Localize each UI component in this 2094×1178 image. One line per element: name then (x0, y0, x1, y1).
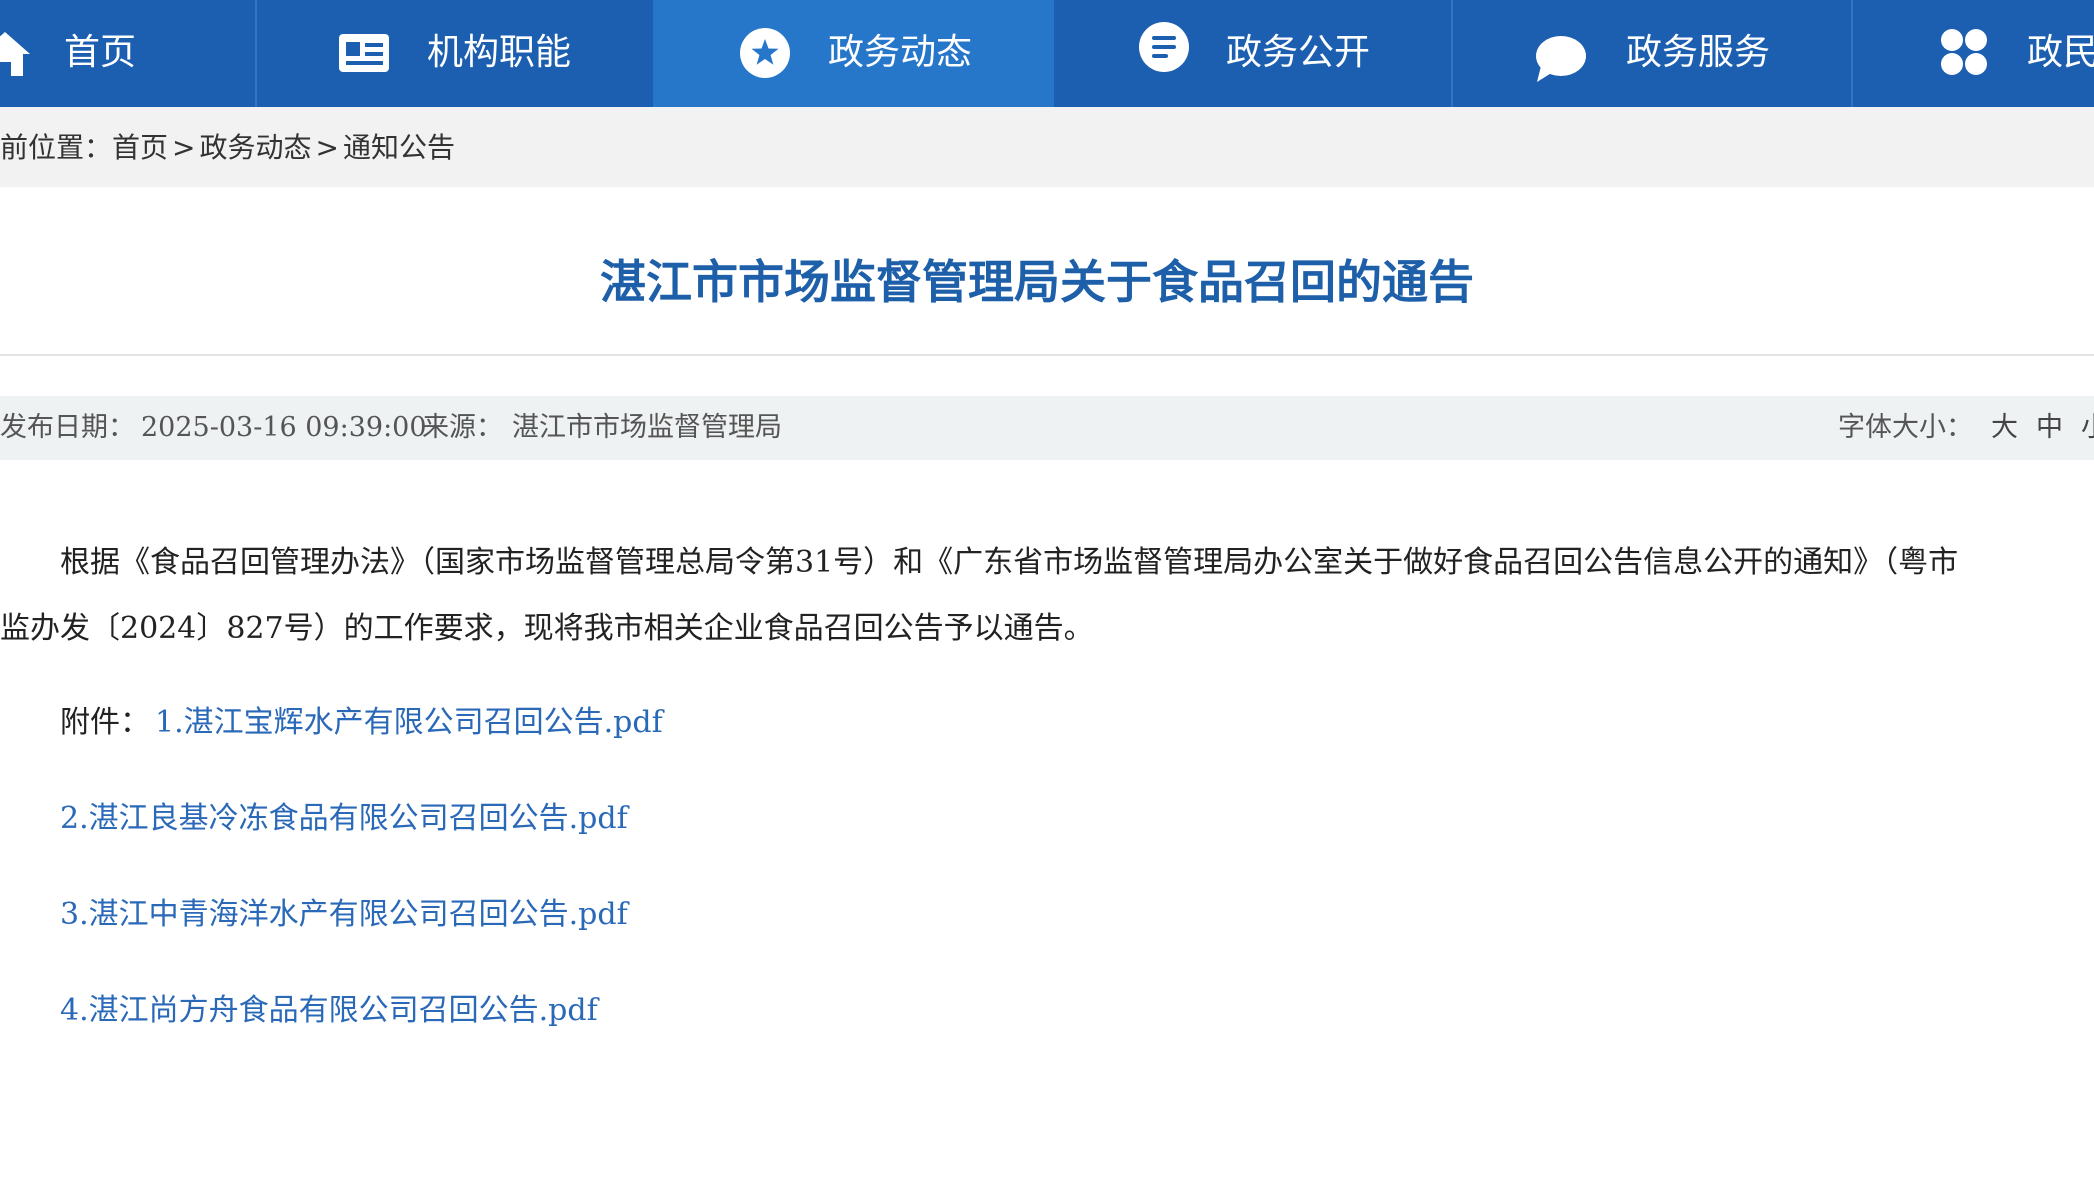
breadcrumb-bar: 前位置：首页 > 政务动态 > 通知公告 (0, 107, 2094, 187)
font-size-label: 字体大小： (1838, 412, 1973, 443)
nav-label-government-news: 政务动态 (828, 32, 973, 73)
font-size-large-button[interactable]: 大 (1991, 409, 2018, 447)
star-badge-icon (740, 28, 790, 78)
attachment-link-4[interactable]: 4.湛江尚方舟食品有限公司召回公告.pdf (60, 978, 598, 1044)
page: 首页 机构职能 政务动态 政务公开 政务服务 政民 前位置：首页 > 政务动态 … (0, 0, 2094, 1178)
nav-item-government-news[interactable]: 政务动态 (653, 0, 1054, 107)
breadcrumb-item-government-news[interactable]: 政务动态 (200, 131, 312, 164)
attachment-link-1[interactable]: 1.湛江宝辉水产有限公司召回公告.pdf (155, 690, 663, 756)
attachment-link-2[interactable]: 2.湛江良基冷冻食品有限公司召回公告.pdf (60, 786, 628, 852)
nav-label-government-affairs: 政务公开 (1226, 32, 1371, 73)
article-title: 湛江市市场监督管理局关于食品召回的通告 (600, 255, 1474, 309)
breadcrumb: 前位置：首页 > 政务动态 > 通知公告 (0, 129, 455, 167)
top-nav: 首页 机构职能 政务动态 政务公开 政务服务 政民 (0, 0, 2094, 107)
body-paragraph-line: 监办发〔2024〕827号）的工作要求，现将我市相关企业食品召回公告予以通告。 (0, 611, 1094, 646)
breadcrumb-separator: > (172, 131, 196, 164)
publish-date-label: 发布日期： (0, 412, 135, 443)
font-size-medium-button[interactable]: 中 (2036, 409, 2063, 447)
publish-date-value: 2025-03-16 09:39:00 (141, 412, 427, 443)
title-divider (0, 354, 2094, 356)
breadcrumb-separator: > (315, 131, 339, 164)
font-size-small-button[interactable]: 小 (2081, 409, 2094, 447)
nav-item-government-service[interactable]: 政务服务 (1453, 0, 1851, 107)
nav-item-government-affairs[interactable]: 政务公开 (1054, 0, 1451, 107)
nav-label-institution: 机构职能 (427, 32, 572, 73)
chat-bubble-icon (1536, 36, 1586, 82)
breadcrumb-prefix: 前位置： (0, 131, 113, 164)
source-value: 湛江市市场监督管理局 (512, 412, 782, 443)
breadcrumb-item-home[interactable]: 首页 (112, 131, 168, 164)
nav-item-home[interactable]: 首页 (0, 0, 255, 107)
attachment-link-3[interactable]: 3.湛江中青海洋水产有限公司召回公告.pdf (60, 882, 628, 948)
font-size-control: 字体大小： 大中小 (1838, 409, 2094, 447)
document-list-icon (1139, 22, 1189, 72)
nav-label-citizen-interaction: 政民 (2027, 32, 2094, 73)
nav-label-home: 首页 (64, 32, 137, 73)
nav-item-institution[interactable]: 机构职能 (257, 0, 653, 107)
article-meta-bar: 发布日期： 2025-03-16 09:39:00 来源： 湛江市市场监督管理局… (0, 396, 2094, 460)
id-card-icon (339, 34, 389, 72)
grid-four-icon (1941, 29, 1987, 75)
source-label: 来源： (422, 412, 503, 443)
nav-label-government-service: 政务服务 (1626, 32, 1771, 73)
body-paragraph-line: 根据《食品召回管理办法》（国家市场监督管理总局令第31号）和《广东省市场监督管理… (60, 545, 1959, 580)
attachments-label: 附件： (60, 705, 150, 740)
home-icon (0, 32, 30, 76)
nav-item-citizen-interaction[interactable]: 政民 (1853, 0, 2094, 107)
breadcrumb-item-notices[interactable]: 通知公告 (343, 131, 455, 164)
